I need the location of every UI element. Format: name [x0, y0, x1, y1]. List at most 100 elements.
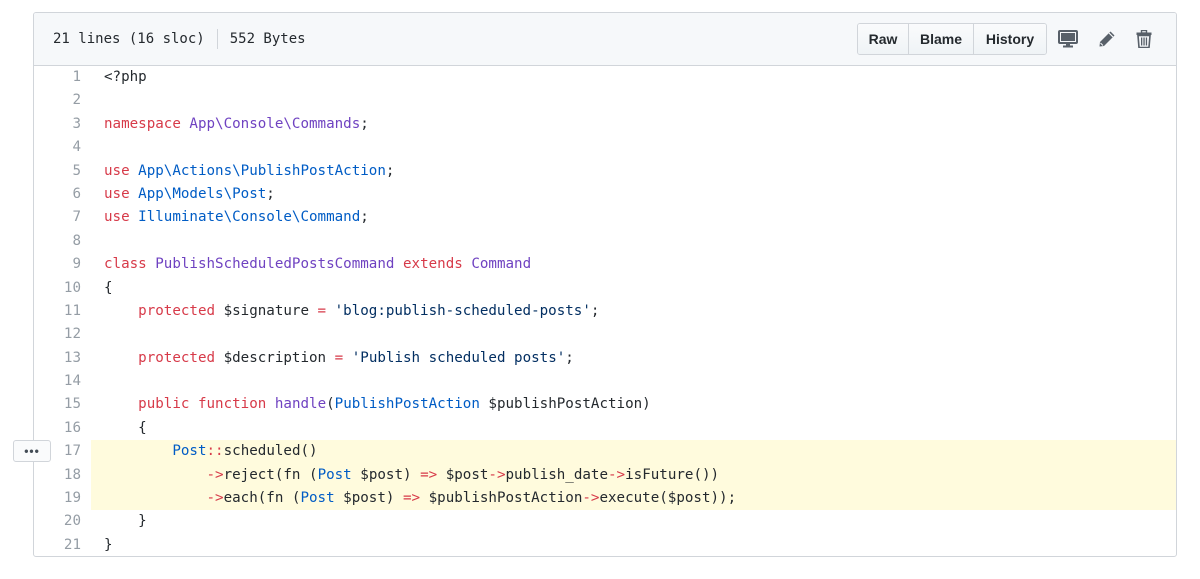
- file-actions-button-group: Raw Blame History: [857, 23, 1047, 55]
- code-line: 10 {: [34, 277, 1176, 300]
- code-token: $publishPostAction): [479, 396, 651, 413]
- line-number[interactable]: 15: [34, 393, 81, 416]
- pencil-icon[interactable]: [1095, 27, 1119, 51]
- line-content: use App\Actions\PublishPostAction;: [104, 160, 394, 183]
- file-header: 21 lines (16 sloc) 552 Bytes Raw Blame H…: [34, 13, 1176, 66]
- line-number[interactable]: 7: [34, 206, 81, 229]
- code-token: =: [317, 302, 327, 319]
- code-line: 21}: [34, 534, 1176, 556]
- blob-viewer: 21 lines (16 sloc) 552 Bytes Raw Blame H…: [33, 12, 1177, 557]
- line-content: }: [104, 510, 147, 533]
- code-token: use: [104, 162, 130, 179]
- code-token: ;: [266, 185, 275, 202]
- raw-button[interactable]: Raw: [858, 24, 909, 54]
- line-content: ->reject(fn (Post $post) => $post->publi…: [104, 464, 720, 487]
- divider: [216, 29, 218, 49]
- code-line: 3 namespace App\Console\Commands;: [34, 113, 1176, 136]
- code-token: handle: [274, 396, 327, 413]
- line-number[interactable]: 10: [34, 277, 81, 300]
- line-number[interactable]: 13: [34, 347, 81, 370]
- line-number[interactable]: 14: [34, 370, 81, 393]
- code-line: 13 protected $description = 'Publish sch…: [34, 347, 1176, 370]
- code-line: 17 Post::scheduled(): [34, 440, 1176, 464]
- code-token: $post: [437, 466, 489, 483]
- line-number[interactable]: 8: [34, 230, 81, 253]
- file-info: 21 lines (16 sloc) 552 Bytes: [53, 13, 306, 65]
- line-number[interactable]: 20: [34, 510, 81, 533]
- code-token: use: [104, 185, 130, 202]
- blame-button[interactable]: Blame: [909, 24, 974, 54]
- line-content: namespace App\Console\Commands;: [104, 113, 369, 136]
- code-token: App\Console\Commands: [189, 115, 361, 132]
- line-number[interactable]: 1: [34, 66, 81, 89]
- line-number[interactable]: 6: [34, 183, 81, 206]
- code-line: 18 ->reject(fn (Post $post) => $post->pu…: [34, 463, 1176, 488]
- code-token: PublishPostAction: [334, 396, 480, 413]
- line-content: {: [104, 417, 147, 440]
- code-token: }: [104, 536, 113, 553]
- line-number[interactable]: 11: [34, 300, 81, 323]
- code-token: $post): [334, 490, 403, 507]
- code-line: 2: [34, 89, 1176, 112]
- code-token: =: [334, 349, 344, 366]
- code-token: ;: [360, 209, 369, 226]
- code-token: isFuture()): [625, 466, 720, 483]
- code-line: 19 ->each(fn (Post $post) => $publishPos…: [34, 487, 1176, 511]
- code-token: extends: [402, 256, 463, 273]
- line-number[interactable]: 2: [34, 89, 81, 112]
- code-token: $signature: [215, 302, 318, 319]
- code-token: }: [104, 513, 147, 530]
- trash-icon[interactable]: [1132, 27, 1156, 51]
- line-number[interactable]: 3: [34, 113, 81, 136]
- line-number[interactable]: 5: [34, 160, 81, 183]
- code-token: protected: [138, 349, 216, 366]
- code-token: ;: [385, 162, 395, 179]
- line-content: public function handle(PublishPostAction…: [104, 393, 651, 416]
- code-token: =>: [402, 490, 421, 507]
- code-token: Illuminate\Console\Command: [138, 209, 361, 226]
- code-token: class: [104, 256, 147, 273]
- line-number[interactable]: 21: [34, 534, 81, 556]
- code-token: $post): [351, 466, 421, 483]
- code-token: {: [104, 279, 113, 296]
- code-token: ->: [206, 490, 224, 507]
- code-token: 'Publish scheduled posts': [351, 349, 566, 366]
- line-content: }: [104, 534, 113, 556]
- code-token: {: [104, 419, 147, 436]
- line-content: ->each(fn (Post $post) => $publishPostAc…: [104, 487, 737, 510]
- code-line: 12: [34, 323, 1176, 346]
- desktop-icon[interactable]: [1056, 27, 1080, 51]
- code-token: scheduled(): [223, 443, 318, 460]
- code-token: Post: [172, 443, 207, 460]
- code-line: 5 use App\Actions\PublishPostAction;: [34, 160, 1176, 183]
- history-button[interactable]: History: [974, 24, 1046, 54]
- kebab-horizontal-icon[interactable]: •••: [13, 440, 51, 462]
- line-content: use Illuminate\Console\Command;: [104, 206, 369, 229]
- code-token: execute($post));: [599, 490, 737, 507]
- code-line: 20 }: [34, 510, 1176, 533]
- line-number[interactable]: 18: [34, 463, 81, 488]
- code-token: function: [197, 396, 267, 413]
- code-line: 7 use Illuminate\Console\Command;: [34, 206, 1176, 229]
- code-token: reject(fn (: [223, 466, 318, 483]
- code-token: ::: [206, 443, 224, 460]
- code-token: namespace: [104, 115, 181, 132]
- code-listing: 1 <?php 2 3 namespace App\Console\Commands; 4…: [34, 66, 1176, 556]
- line-number[interactable]: 16: [34, 417, 81, 440]
- code-line: 11 protected $signature = 'blog:publish-…: [34, 300, 1176, 323]
- line-number[interactable]: 9: [34, 253, 81, 276]
- line-count: 21 lines (16 sloc): [53, 31, 205, 47]
- line-number[interactable]: 19: [34, 487, 81, 511]
- code-line: 9 class PublishScheduledPostsCommand exte…: [34, 253, 1176, 276]
- line-number[interactable]: 4: [34, 136, 81, 159]
- code-token: publish_date: [505, 466, 609, 483]
- line-number[interactable]: 12: [34, 323, 81, 346]
